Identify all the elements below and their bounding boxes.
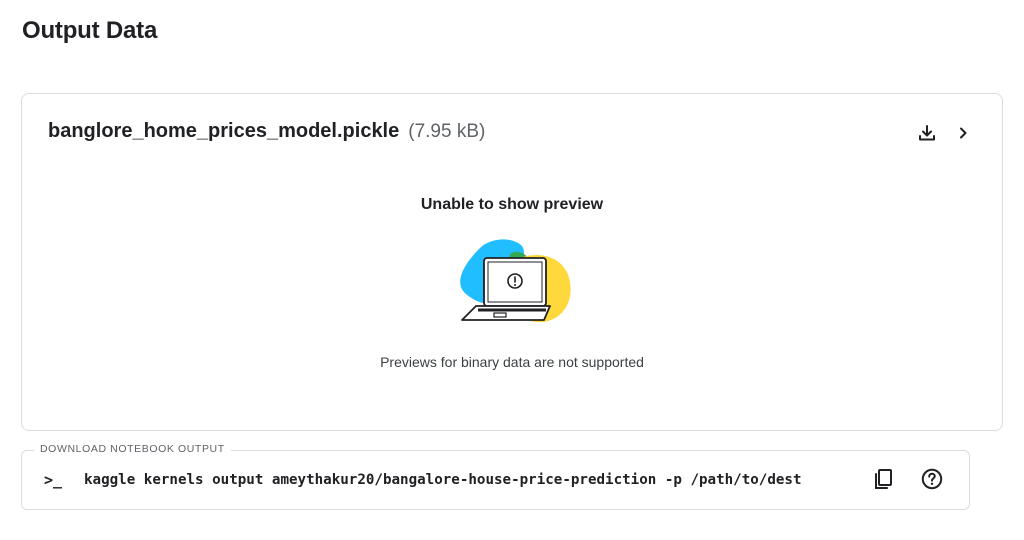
download-button[interactable] [916,122,938,144]
laptop-warning-illustration [460,239,571,323]
cli-command[interactable]: kaggle kernels output ameythakur20/banga… [84,472,802,488]
cli-legend: DOWNLOAD NOTEBOOK OUTPUT [34,443,231,455]
copy-icon [875,469,892,489]
chevron-right-icon [960,127,967,139]
file-name: banglore_home_prices_model.pickle [48,120,400,142]
output-file-card: banglore_home_prices_model.pickle (7.95 … [21,93,1003,431]
terminal-prompt-icon: >_ [44,471,63,489]
file-size: (7.95 kB) [408,121,486,142]
preview-title: Unable to show preview [420,196,604,213]
file-actions [916,122,974,144]
expand-button[interactable] [952,122,974,144]
download-notebook-output: DOWNLOAD NOTEBOOK OUTPUT >_ kaggle kerne… [21,443,970,510]
help-icon [921,468,943,490]
cli-actions [872,468,943,490]
copy-button[interactable] [872,468,894,490]
file-header: banglore_home_prices_model.pickle (7.95 … [48,120,485,143]
page-title: Output Data [22,17,158,44]
download-icon [919,125,935,141]
preview-message: Previews for binary data are not support… [380,354,644,370]
help-button[interactable] [921,468,943,490]
